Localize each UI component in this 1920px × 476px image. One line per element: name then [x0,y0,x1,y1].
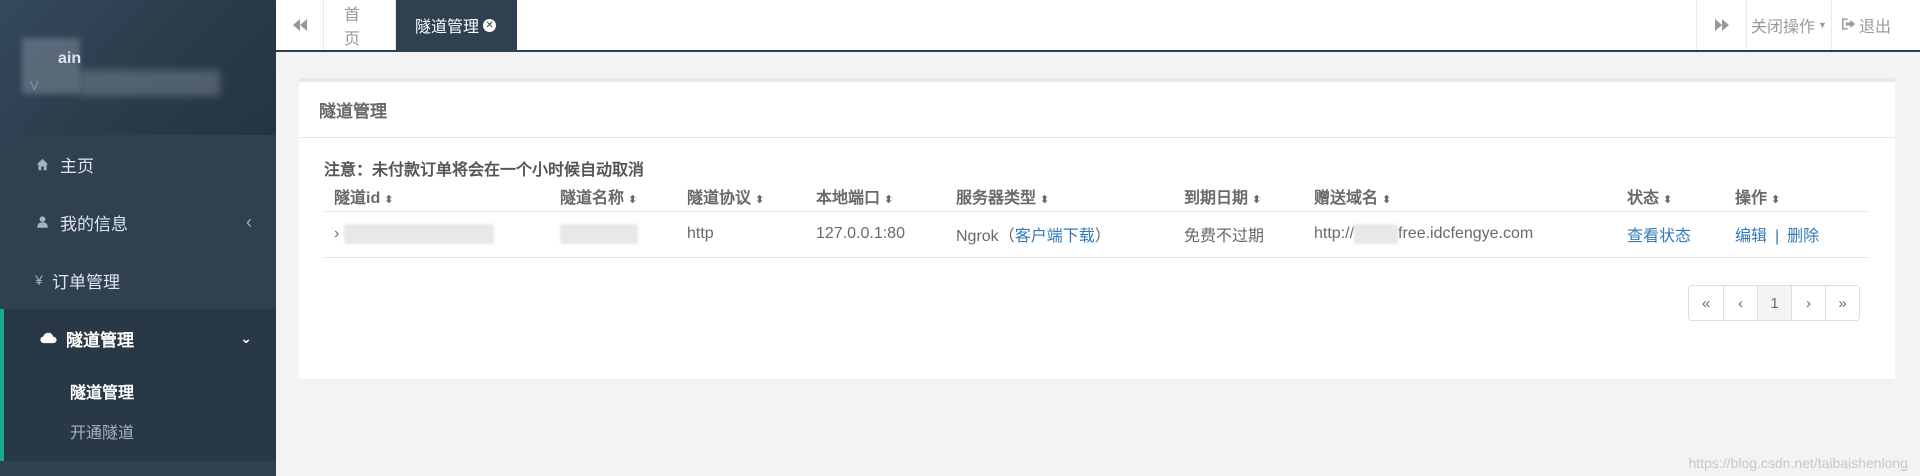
profile-username[interactable]: ain [58,50,81,68]
sort-icon: ⬍ [1663,193,1673,206]
cell-actions: 编辑 | 删除 [1725,211,1868,258]
cell-expire: 免费不过期 [1174,211,1304,258]
sidebar-item-label: 隧道管理 [66,330,134,350]
sidebar-item-label: 我的信息 [60,214,128,234]
chevron-left-icon: ‹ [246,211,252,232]
tunnel-table: 隧道id ⬍ 隧道名称 ⬍ 隧道协议 ⬍ 本地端口 ⬍ 服务器类型 ⬍ 到期日期 ⬍ 赠送域… [324,181,1868,258]
sort-icon: ⬍ [1382,193,1392,206]
panel-title: 隧道管理 [299,82,1895,138]
redacted-id [343,224,494,244]
tab-tunnel-management[interactable]: 隧道管理 ✕ [396,0,517,50]
tab-home[interactable]: 首页 [324,0,396,50]
cell-status: 查看状态 [1617,211,1725,258]
pagination: « ‹ 1 › » [1688,285,1860,321]
cloud-icon [38,332,58,344]
sidebar: ain V 主页 我的信息 ‹ ¥ 订单管理 隧道管理 ⌄ 隧道管理 开通隧道 [0,0,276,476]
client-download-link[interactable]: 客户端下载 [1015,228,1095,245]
page-current[interactable]: 1 [1757,286,1791,320]
cell-protocol: http [677,211,806,258]
panel-body: 注意：未付款订单将会在一个小时候自动取消 隧道id ⬍ 隧道名称 ⬍ 隧道协议 ⬍ 本… [299,138,1895,258]
action-separator: | [1775,228,1780,245]
column-header-expire[interactable]: 到期日期 ⬍ [1174,181,1304,212]
sort-icon: ⬍ [384,193,394,206]
sidebar-submenu: 隧道管理 开通隧道 [0,367,276,461]
column-header-status[interactable]: 状态 ⬍ [1617,181,1725,212]
sort-icon: ⬍ [628,193,638,206]
delete-link[interactable]: 删除 [1787,228,1819,245]
tab-label: 隧道管理 [415,19,480,36]
cell-server-type: Ngrok（客户端下载） [946,211,1174,258]
user-icon [32,215,52,229]
sidebar-item-label: 订单管理 [52,272,120,292]
column-header-domain[interactable]: 赠送域名 ⬍ [1304,181,1617,212]
profile-header: ain V [0,0,276,135]
page-next-button[interactable]: › [1791,286,1825,320]
page-first-button[interactable]: « [1689,286,1723,320]
logout-button[interactable]: 退出 [1831,0,1920,50]
column-header-server-type[interactable]: 服务器类型 ⬍ [946,181,1174,212]
table-header-row: 隧道id ⬍ 隧道名称 ⬍ 隧道协议 ⬍ 本地端口 ⬍ 服务器类型 ⬍ 到期日期 ⬍ 赠送域… [324,181,1868,212]
cell-domain: http://free.idcfengye.com [1304,211,1617,258]
logout-label: 退出 [1859,19,1892,36]
column-header-local-port[interactable]: 本地端口 ⬍ [806,181,946,212]
caret-down-icon: ▼ [1818,20,1827,30]
sort-icon: ⬍ [755,193,765,206]
cell-local-port: 127.0.0.1:80 [806,211,946,258]
close-tab-icon[interactable]: ✕ [483,18,497,32]
close-operations-dropdown[interactable]: 关闭操作 ▼ [1746,0,1831,50]
tab-label: 首页 [344,7,361,48]
page-last-button[interactable]: » [1825,286,1859,320]
redacted-name [560,224,638,244]
sidebar-item-label: 主页 [60,156,94,176]
watermark: https://blog.csdn.net/taibaishenlong [1688,455,1909,471]
sidebar-subitem-tunnel-management[interactable]: 隧道管理 [4,371,276,411]
sign-out-icon [1842,17,1855,33]
profile-blurred-info [80,70,220,96]
cell-tunnel-name [550,211,677,258]
chevron-down-icon: ⌄ [240,329,252,346]
sidebar-subitem-open-tunnel[interactable]: 开通隧道 [4,411,276,451]
payment-notice: 注意：未付款订单将会在一个小时候自动取消 [324,162,645,179]
sort-icon: ⬍ [1040,193,1050,206]
tunnel-panel: 隧道管理 注意：未付款订单将会在一个小时候自动取消 隧道id ⬍ 隧道名称 ⬍ 隧道… [299,78,1895,379]
sidebar-item-my-info[interactable]: 我的信息 ‹ [0,193,276,251]
sidebar-item-orders[interactable]: ¥ 订单管理 [0,251,276,309]
column-header-actions[interactable]: 操作 ⬍ [1725,181,1868,212]
table-row: › http 127.0.0.1:80 Ngrok（客户端下载） 免费不过期 h… [324,211,1868,258]
sort-icon: ⬍ [1252,193,1262,206]
scroll-tabs-right-button[interactable] [1696,0,1746,50]
profile-meta: V [30,78,39,93]
sidebar-item-home[interactable]: 主页 [0,135,276,193]
column-header-id[interactable]: 隧道id ⬍ [324,181,550,212]
column-header-name[interactable]: 隧道名称 ⬍ [550,181,677,212]
tab-bar: 首页 隧道管理 ✕ 关闭操作 ▼ 退出 [276,0,1920,52]
edit-link[interactable]: 编辑 [1735,228,1767,245]
redacted-subdomain [1354,224,1399,244]
double-arrow-right-icon [1714,19,1729,31]
sort-icon: ⬍ [1771,193,1781,206]
scroll-tabs-left-button[interactable] [276,0,324,50]
cell-tunnel-id: › [324,211,550,258]
sidebar-item-tunnels[interactable]: 隧道管理 ⌄ [0,309,276,367]
view-status-link[interactable]: 查看状态 [1627,228,1691,245]
column-header-protocol[interactable]: 隧道协议 ⬍ [677,181,806,212]
close-operations-label: 关闭操作 [1751,19,1816,36]
home-icon [32,158,52,171]
sort-icon: ⬍ [884,193,894,206]
double-arrow-left-icon [292,19,307,31]
page-prev-button[interactable]: ‹ [1723,286,1757,320]
yen-icon: ¥ [35,272,43,288]
